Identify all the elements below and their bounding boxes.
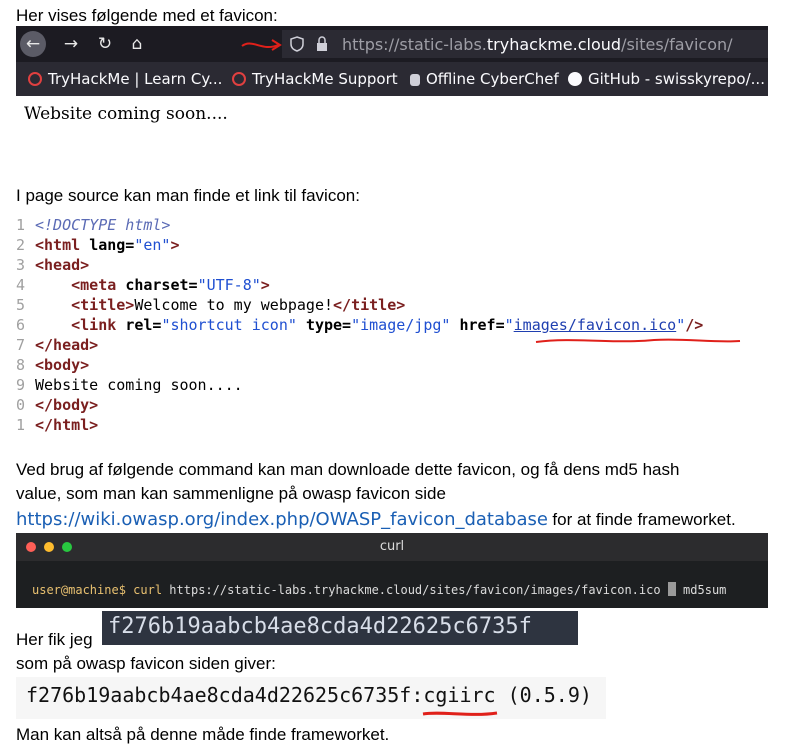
page-content-text: Website coming soon.... — [24, 104, 228, 124]
browser-toolbar: ← → ↻ ⌂ https://static-labs.tryhackme.cl… — [16, 26, 768, 62]
terminal-command: user@machine$ curl https://static-labs.t… — [32, 582, 727, 597]
owasp-result-text: f276b19aabcb4ae8cda4d22625c6735f:cgiirc … — [26, 683, 592, 707]
bookmark-tryhackme[interactable]: TryHackMe | Learn Cy... — [28, 70, 222, 88]
lock-icon — [317, 36, 327, 51]
code-line: 7 </head> — [16, 336, 99, 354]
owasp-link-line: https://wiki.owasp.org/index.php/OWASP_f… — [16, 509, 736, 530]
intro-text: Her vises følgende med et favicon: — [16, 6, 278, 25]
bookmark-tryhackme-support[interactable]: TryHackMe Support — [232, 70, 398, 88]
code-line: 5 <title>Welcome to my webpage!</title> — [16, 296, 406, 314]
browser-screenshot: ← → ↻ ⌂ https://static-labs.tryhackme.cl… — [16, 26, 768, 96]
cyberchef-icon — [410, 74, 420, 86]
source-intro: I page source kan man finde et link til … — [16, 186, 360, 205]
url-text: https://static-labs.tryhackme.cloud/site… — [342, 35, 733, 54]
forward-icon[interactable]: → — [58, 31, 84, 57]
code-line: 8 <body> — [16, 356, 90, 374]
code-line: 1 <!DOCTYPE html> — [16, 216, 171, 234]
address-bar[interactable]: https://static-labs.tryhackme.cloud/site… — [282, 30, 768, 58]
owasp-favicon-link[interactable]: https://wiki.owasp.org/index.php/OWASP_f… — [16, 509, 548, 530]
command-intro-line-1: Ved brug af følgende command kan man dow… — [16, 460, 680, 479]
home-icon[interactable]: ⌂ — [124, 31, 150, 57]
hash-output-box: f276b19aabcb4ae8cda4d22625c6735f — [102, 611, 578, 645]
tryhackme-icon — [28, 72, 42, 86]
conclusion-text: Man kan altså på denne måde finde framew… — [16, 725, 390, 744]
back-icon[interactable]: ← — [20, 31, 46, 57]
terminal-window: curl user@machine$ curl https://static-l… — [16, 533, 768, 608]
command-intro-line-2: value, som man kan sammenligne på owasp … — [16, 484, 446, 503]
pipe-cursor-icon — [667, 582, 676, 596]
code-line: 3 <head> — [16, 256, 90, 274]
code-line: 2 <html lang="en"> — [16, 236, 180, 254]
code-line: 9 Website coming soon.... — [16, 376, 243, 394]
reload-icon[interactable]: ↻ — [92, 31, 118, 57]
owasp-intro: som på owasp favicon siden giver: — [16, 654, 276, 673]
red-underline-annotation — [422, 711, 498, 716]
code-line: 1 </html> — [16, 416, 99, 434]
terminal-titlebar: curl — [16, 533, 768, 561]
owasp-result-box: f276b19aabcb4ae8cda4d22625c6735f:cgiirc … — [16, 677, 606, 719]
md5-hash: f276b19aabcb4ae8cda4d22625c6735f — [108, 614, 532, 639]
red-arrow-annotation — [241, 39, 282, 51]
red-underline-annotation — [535, 338, 741, 343]
terminal-title: curl — [379, 539, 405, 554]
got-label: Her fik jeg — [16, 630, 93, 649]
code-line: 4 <meta charset="UTF-8"> — [16, 276, 270, 294]
favicon-href-link[interactable]: images/favicon.ico — [514, 316, 677, 334]
bookmark-cyberchef[interactable]: Offline CyberChef — [410, 70, 559, 88]
code-line: 6 <link rel="shortcut icon" type="image/… — [16, 316, 704, 334]
link-suffix-text: for at finde frameworket. — [552, 510, 736, 529]
bookmark-github[interactable]: GitHub - swisskyrepo/... — [568, 70, 765, 88]
code-line: 0 </body> — [16, 396, 99, 414]
bookmarks-bar: TryHackMe | Learn Cy... TryHackMe Suppor… — [16, 62, 768, 96]
shield-icon — [290, 36, 304, 52]
tryhackme-icon — [232, 72, 246, 86]
github-icon — [568, 72, 582, 86]
